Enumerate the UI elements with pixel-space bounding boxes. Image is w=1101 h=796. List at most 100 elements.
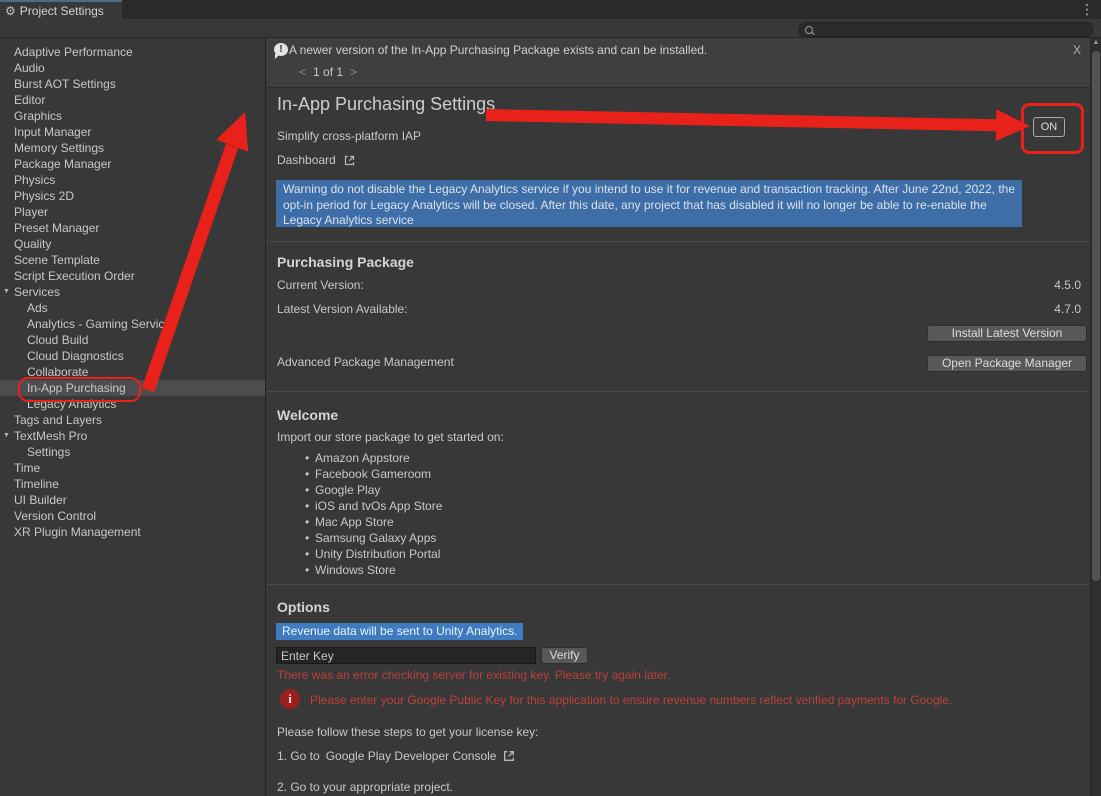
sidebar-item-label: UI Builder: [14, 493, 67, 507]
pager-next-icon[interactable]: >: [350, 65, 357, 79]
sidebar-item-package-manager[interactable]: Package Manager: [0, 156, 265, 172]
sidebar-item-preset-manager[interactable]: Preset Manager: [0, 220, 265, 236]
scroll-up-icon[interactable]: ▲: [1091, 39, 1101, 46]
sidebar-item-script-execution-order[interactable]: Script Execution Order: [0, 268, 265, 284]
sidebar-item-textmesh-pro[interactable]: ▼TextMesh Pro: [0, 428, 265, 444]
kebab-menu-icon[interactable]: ⋮: [1080, 1, 1094, 18]
sidebar-item-ui-builder[interactable]: UI Builder: [0, 492, 265, 508]
sidebar-item-label: Quality: [14, 237, 51, 251]
toolbar: [0, 19, 1101, 38]
sidebar-item-label: Script Execution Order: [14, 269, 135, 283]
purchasing-package-heading: Purchasing Package: [277, 254, 414, 270]
sidebar-item-audio[interactable]: Audio: [0, 60, 265, 76]
sidebar-item-label: Player: [14, 205, 48, 219]
foldout-triangle-icon[interactable]: ▼: [3, 428, 10, 444]
sidebar-item-label: In-App Purchasing: [27, 381, 126, 395]
sidebar-item-burst-aot-settings[interactable]: Burst AOT Settings: [0, 76, 265, 92]
simplify-iap-label: Simplify cross-platform IAP: [277, 129, 421, 143]
external-link-icon: [502, 749, 516, 763]
store-name: Amazon Appstore: [315, 451, 410, 465]
sidebar-item-player[interactable]: Player: [0, 204, 265, 220]
dashboard-link[interactable]: Dashboard: [277, 153, 356, 167]
store-list-item: •Windows Store: [267, 562, 1081, 578]
section-divider: [267, 241, 1101, 242]
sidebar-item-cloud-build[interactable]: Cloud Build: [0, 332, 265, 348]
search-field[interactable]: [798, 22, 1093, 37]
sidebar-item-timeline[interactable]: Timeline: [0, 476, 265, 492]
notification-bar: ! A newer version of the In-App Purchasi…: [267, 38, 1101, 88]
legacy-analytics-warning: Warning do not disable the Legacy Analyt…: [276, 180, 1022, 227]
sidebar-item-editor[interactable]: Editor: [0, 92, 265, 108]
store-name: Windows Store: [315, 563, 396, 577]
sidebar-item-ads[interactable]: Ads: [0, 300, 265, 316]
sidebar-item-label: Cloud Build: [27, 333, 88, 347]
google-key-note: Please enter your Google Public Key for …: [310, 693, 952, 707]
sidebar-item-label: Services: [14, 285, 60, 299]
page-title: In-App Purchasing Settings: [277, 94, 495, 115]
vertical-scrollbar[interactable]: ▲: [1090, 38, 1101, 796]
sidebar-item-tags-and-layers[interactable]: Tags and Layers: [0, 412, 265, 428]
current-version-value: 4.5.0: [1054, 278, 1081, 292]
sidebar-item-label: Physics: [14, 173, 55, 187]
notification-pager: < 1 of 1 >: [299, 65, 357, 79]
sidebar-item-memory-settings[interactable]: Memory Settings: [0, 140, 265, 156]
bullet-icon: •: [305, 514, 309, 530]
window-title: Project Settings: [20, 4, 104, 18]
sidebar-item-label: Version Control: [14, 509, 96, 523]
bullet-icon: •: [305, 546, 309, 562]
sidebar-item-label: Burst AOT Settings: [14, 77, 116, 91]
pager-prev-icon[interactable]: <: [299, 65, 306, 79]
bullet-icon: •: [305, 530, 309, 546]
scrollbar-thumb[interactable]: [1092, 51, 1100, 581]
sidebar-item-quality[interactable]: Quality: [0, 236, 265, 252]
foldout-triangle-icon[interactable]: ▼: [3, 284, 10, 300]
install-latest-version-button[interactable]: Install Latest Version: [927, 325, 1087, 342]
sidebar-item-label: Cloud Diagnostics: [27, 349, 124, 363]
license-key-input[interactable]: [276, 647, 536, 664]
external-link-icon: [343, 154, 356, 167]
sidebar-item-legacy-analytics[interactable]: Legacy Analytics: [0, 396, 265, 412]
sidebar-item-services[interactable]: ▼ Services: [0, 284, 265, 300]
tab-project-settings[interactable]: ⚙ Project Settings: [0, 0, 122, 19]
store-list-item: •iOS and tvOs App Store: [267, 498, 1081, 514]
sidebar-item-label: Editor: [14, 93, 45, 107]
sidebar-item-settings[interactable]: Settings: [0, 444, 265, 460]
sidebar-item-label: Memory Settings: [14, 141, 104, 155]
search-input[interactable]: [813, 23, 1067, 37]
sidebar-item-physics-2d[interactable]: Physics 2D: [0, 188, 265, 204]
store-list-item: •Samsung Galaxy Apps: [267, 530, 1081, 546]
store-list-item: • Unity Distribution Portal: [267, 546, 1081, 562]
sidebar-item-cloud-diagnostics[interactable]: Cloud Diagnostics: [0, 348, 265, 364]
bullet-icon: •: [305, 450, 309, 466]
sidebar-item-adaptive-performance[interactable]: Adaptive Performance: [0, 44, 265, 60]
close-icon[interactable]: X: [1073, 43, 1081, 57]
open-package-manager-button[interactable]: Open Package Manager: [927, 355, 1087, 372]
iap-toggle-button[interactable]: ON: [1033, 117, 1065, 137]
sidebar-item-scene-template[interactable]: Scene Template: [0, 252, 265, 268]
sidebar-item-collaborate[interactable]: Collaborate: [0, 364, 265, 380]
sidebar-item-label: Package Manager: [14, 157, 111, 171]
sidebar-item-xr-plugin-management[interactable]: XR Plugin Management: [0, 524, 265, 540]
sidebar-item-physics[interactable]: Physics: [0, 172, 265, 188]
current-version-label: Current Version:: [277, 278, 364, 292]
sidebar-item-label: XR Plugin Management: [14, 525, 141, 539]
advanced-package-management-label: Advanced Package Management: [277, 355, 454, 369]
sidebar-item-input-manager[interactable]: Input Manager: [0, 124, 265, 140]
sidebar-item-label: Legacy Analytics: [27, 397, 116, 411]
store-name: Facebook Gameroom: [315, 467, 431, 481]
notification-message: A newer version of the In-App Purchasing…: [289, 43, 707, 57]
sidebar-item-version-control[interactable]: Version Control: [0, 508, 265, 524]
store-list: •Amazon Appstore•Facebook Gameroom•Googl…: [267, 450, 1081, 578]
sidebar-item-label: Collaborate: [27, 365, 88, 379]
sidebar-item-in-app-purchasing[interactable]: In-App Purchasing: [0, 380, 265, 396]
pager-label: 1 of 1: [313, 65, 343, 79]
verify-button[interactable]: Verify: [541, 647, 588, 664]
google-play-console-link[interactable]: Google Play Developer Console: [326, 749, 497, 763]
store-name: iOS and tvOs App Store: [315, 499, 442, 513]
store-name: Unity Distribution Portal: [315, 547, 440, 561]
error-info-icon: i: [280, 689, 300, 709]
alert-icon: !: [274, 43, 288, 56]
sidebar-item-analytics-gaming-services[interactable]: Analytics - Gaming Services: [0, 316, 265, 332]
sidebar-item-graphics[interactable]: Graphics: [0, 108, 265, 124]
sidebar-item-time[interactable]: Time: [0, 460, 265, 476]
